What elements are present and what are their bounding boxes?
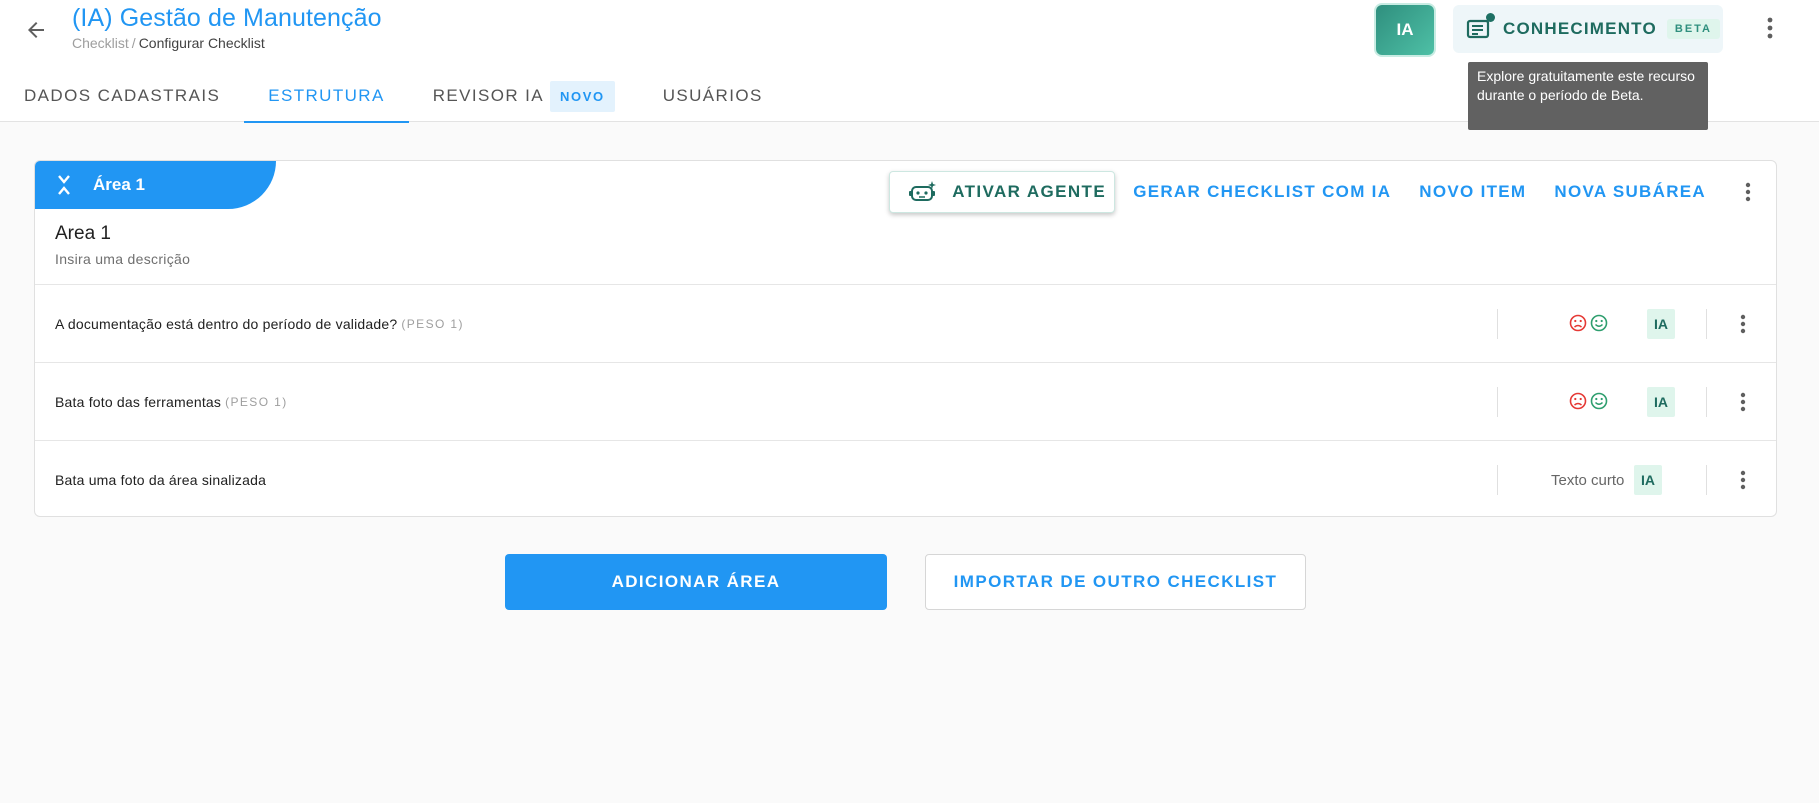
- item-question-text: Bata uma foto da área sinalizada: [55, 472, 267, 488]
- notification-dot: [1486, 13, 1495, 22]
- back-button[interactable]: [18, 12, 54, 48]
- collapse-chevrons-icon: [58, 175, 70, 195]
- arrow-left-icon: [28, 22, 44, 38]
- new-badge: NOVO: [550, 80, 615, 112]
- item-question-text: A documentação está dentro do período de…: [55, 316, 398, 332]
- area-card: Área 1 ATIVAR AGENTE GERAR CHECKLIST COM…: [34, 160, 1777, 517]
- tab-bar: DADOS CADASTRAIS ESTRUTURA REVISOR IA NOV…: [0, 70, 787, 123]
- sad-face-icon: [1569, 314, 1587, 332]
- activate-agent-button[interactable]: ATIVAR AGENTE: [889, 171, 1116, 213]
- area-name[interactable]: Area 1: [55, 223, 111, 245]
- happy-face-icon: [1590, 392, 1608, 410]
- area-toolbar: ATIVAR AGENTE GERAR CHECKLIST COM IA NOV…: [889, 171, 1776, 213]
- item-question: Bata foto das ferramentas (PESO 1): [55, 363, 288, 441]
- divider: [1706, 387, 1707, 417]
- breadcrumb: Checklist / Configurar Checklist: [72, 35, 265, 51]
- checklist-item[interactable]: Bata foto das ferramentas (PESO 1) IA: [35, 362, 1776, 440]
- vertical-dots-icon: [1740, 314, 1746, 334]
- ia-badge: IA: [1634, 465, 1662, 495]
- breadcrumb-root[interactable]: Checklist: [72, 35, 129, 51]
- header-more-button[interactable]: [1755, 10, 1785, 46]
- tab-revisor-ia[interactable]: REVISOR IA NOVO: [409, 70, 639, 122]
- ia-assistant-button[interactable]: IA: [1376, 5, 1434, 55]
- sad-face-icon: [1569, 392, 1587, 410]
- robot-icon: [909, 181, 937, 201]
- tab-label: DADOS CADASTRAIS: [24, 86, 221, 105]
- tab-estrutura[interactable]: ESTRUTURA: [244, 70, 409, 123]
- checklist-item[interactable]: A documentação está dentro do período de…: [35, 284, 1776, 362]
- knowledge-label: CONHECIMENTO: [1503, 19, 1657, 38]
- tab-label: REVISOR IA: [432, 86, 545, 105]
- breadcrumb-separator: /: [131, 35, 136, 51]
- answer-faces: [1569, 392, 1608, 410]
- new-item-button[interactable]: NOVO ITEM: [1405, 171, 1540, 213]
- divider: [1706, 309, 1707, 339]
- generate-checklist-ai-button[interactable]: GERAR CHECKLIST COM IA: [1119, 171, 1405, 213]
- item-more-button[interactable]: [1728, 306, 1758, 342]
- vertical-dots-icon: [1740, 470, 1746, 490]
- divider: [1497, 465, 1498, 495]
- divider: [1706, 465, 1707, 495]
- vertical-dots-icon: [1767, 17, 1773, 39]
- item-weight: (PESO 1): [401, 317, 464, 331]
- tab-label: USUÁRIOS: [662, 86, 763, 105]
- beta-badge: BETA: [1666, 19, 1721, 39]
- ia-badge: IA: [1647, 309, 1675, 339]
- activate-agent-label: ATIVAR AGENTE: [952, 182, 1107, 201]
- item-question-text: Bata foto das ferramentas: [55, 394, 222, 410]
- item-question: A documentação está dentro do período de…: [55, 285, 464, 363]
- checklist-item[interactable]: Bata uma foto da área sinalizada Texto c…: [35, 440, 1776, 516]
- item-more-button[interactable]: [1728, 384, 1758, 420]
- ia-badge: IA: [1647, 387, 1675, 417]
- item-more-button[interactable]: [1728, 462, 1758, 498]
- import-checklist-button[interactable]: IMPORTAR DE OUTRO CHECKLIST: [925, 554, 1306, 610]
- area-more-button[interactable]: [1730, 171, 1766, 213]
- item-question: Bata uma foto da área sinalizada: [55, 441, 267, 516]
- vertical-dots-icon: [1740, 392, 1746, 412]
- tab-label: ESTRUTURA: [268, 86, 385, 105]
- answer-type-label: Texto curto: [1551, 471, 1625, 489]
- tab-dados-cadastrais[interactable]: DADOS CADASTRAIS: [0, 70, 244, 122]
- item-weight: (PESO 1): [225, 395, 288, 409]
- area-description[interactable]: Insira uma descrição: [55, 251, 190, 267]
- add-area-button[interactable]: ADICIONAR ÁREA: [505, 554, 887, 610]
- vertical-dots-icon: [1745, 182, 1751, 202]
- page-title: (IA) Gestão de Manutenção: [72, 4, 382, 32]
- knowledge-button[interactable]: CONHECIMENTO BETA: [1453, 5, 1723, 53]
- document-notification-icon: [1465, 13, 1495, 43]
- area-collapse-tab[interactable]: Área 1: [35, 161, 276, 209]
- area-tag-label: Área 1: [93, 175, 145, 194]
- answer-faces: [1569, 314, 1608, 332]
- divider: [1497, 387, 1498, 417]
- happy-face-icon: [1590, 314, 1608, 332]
- breadcrumb-current: Configurar Checklist: [138, 35, 265, 51]
- tab-usuarios[interactable]: USUÁRIOS: [639, 70, 787, 122]
- divider: [1497, 309, 1498, 339]
- beta-tooltip: Explore gratuitamente este recurso duran…: [1468, 62, 1708, 130]
- new-subarea-button[interactable]: NOVA SUBÁREA: [1540, 171, 1720, 213]
